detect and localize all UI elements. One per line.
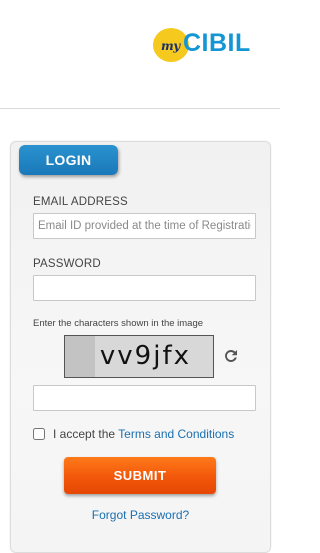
captcha-instruction: Enter the characters shown in the image bbox=[33, 318, 204, 329]
mycibil-logo[interactable]: my CIBIL bbox=[153, 25, 273, 65]
page-header: my CIBIL bbox=[0, 0, 280, 109]
logo-name: CIBIL bbox=[183, 29, 251, 57]
terms-link[interactable]: Terms and Conditions bbox=[118, 427, 234, 441]
captcha-text-wrap: vv9jfx bbox=[65, 336, 213, 377]
captcha-input[interactable] bbox=[33, 385, 256, 411]
accept-terms-checkbox[interactable] bbox=[33, 428, 45, 440]
forgot-password-link[interactable]: Forgot Password? bbox=[11, 508, 270, 522]
captcha-text: vv9jfx bbox=[99, 341, 191, 371]
header-gap bbox=[0, 109, 280, 141]
email-input[interactable] bbox=[33, 213, 256, 239]
login-card: LOGIN EMAIL ADDRESS PASSWORD Enter the c… bbox=[10, 141, 271, 553]
accept-prefix: I accept the bbox=[53, 427, 119, 441]
login-tab[interactable]: LOGIN bbox=[19, 145, 118, 175]
email-label: EMAIL ADDRESS bbox=[33, 196, 128, 208]
password-input[interactable] bbox=[33, 275, 256, 301]
password-label: PASSWORD bbox=[33, 258, 101, 270]
submit-button[interactable]: SUBMIT bbox=[64, 457, 216, 494]
refresh-icon[interactable] bbox=[222, 347, 240, 365]
logo-prefix: my bbox=[161, 39, 180, 53]
captcha-image: vv9jfx bbox=[64, 335, 214, 378]
accept-terms-label: I accept the Terms and Conditions bbox=[53, 427, 234, 441]
